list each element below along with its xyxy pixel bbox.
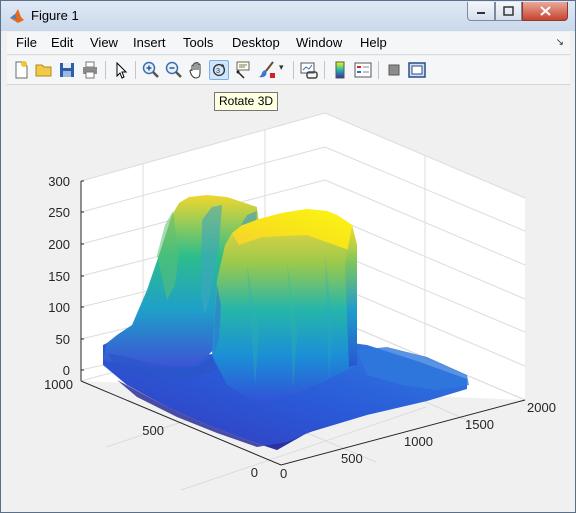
data-cursor-icon[interactable] [233,60,253,80]
insert-colorbar-icon[interactable] [330,60,350,80]
z-tick-label: 50 [56,332,70,347]
z-tick-label: 200 [48,237,70,252]
menu-file[interactable]: File [16,35,37,50]
z-tick-label: 300 [48,174,70,189]
x-tick-label: 2000 [527,400,556,415]
menu-tools[interactable]: Tools [183,35,213,50]
new-figure-icon[interactable] [11,60,31,80]
pan-hand-icon[interactable] [187,60,207,80]
minimize-icon [477,12,485,14]
menu-window[interactable]: Window [296,35,342,50]
x-tick-label: 500 [341,451,363,466]
x-tick-label: 1000 [404,434,433,449]
insert-legend-icon[interactable] [353,60,373,80]
svg-text:3: 3 [216,66,220,75]
hide-plot-tools-icon[interactable] [384,60,404,80]
link-plot-icon[interactable] [299,60,319,80]
x-tick-label: 0 [280,466,287,481]
figure-canvas[interactable]: 300 250 200 150 100 50 0 1000 500 0 0 50… [7,85,570,505]
toolbar-separator [135,61,136,79]
z-axis-tick-labels: 300 250 200 150 100 50 0 [48,174,70,378]
window-title: Figure 1 [31,8,79,23]
menu-help[interactable]: Help [360,35,387,50]
menu-insert[interactable]: Insert [133,35,166,50]
dock-arrow-icon[interactable]: ↘ [556,37,564,48]
toolbar-separator [293,61,294,79]
close-button[interactable] [522,2,568,21]
z-tick-label: 250 [48,205,70,220]
minimize-button[interactable] [467,2,495,21]
close-icon [539,6,551,16]
surface-plot[interactable]: 300 250 200 150 100 50 0 1000 500 0 0 50… [7,85,570,505]
y-tick-label: 500 [142,423,164,438]
menu-bar: File Edit View Insert Tools Desktop Wind… [7,32,570,55]
toolbar-separator [105,61,106,79]
rotate-3d-icon[interactable]: 3 [209,60,229,80]
x-tick-label: 1500 [465,417,494,432]
brush-dropdown-arrow-icon[interactable]: ▾ [279,62,284,73]
save-icon[interactable] [57,60,77,80]
z-tick-label: 100 [48,300,70,315]
print-icon[interactable] [80,60,100,80]
figure-window: Figure 1 File Edit View Insert Tools Des… [0,0,576,513]
title-bar[interactable]: Figure 1 [1,1,575,31]
menu-edit[interactable]: Edit [51,35,73,50]
rotate-3d-tooltip: Rotate 3D [214,92,279,111]
figure-toolbar: 3 ▾ [7,56,570,85]
edit-plot-arrow-icon[interactable] [111,60,131,80]
open-file-icon[interactable] [34,60,54,80]
z-tick-label: 150 [48,269,70,284]
show-plot-tools-icon[interactable] [407,60,427,80]
maximize-button[interactable] [495,2,522,21]
brush-icon[interactable] [257,60,277,80]
toolbar-separator [378,61,379,79]
y-tick-label: 0 [251,465,258,480]
maximize-icon [503,6,514,16]
menu-view[interactable]: View [90,35,118,50]
matlab-icon [10,9,24,23]
zoom-in-icon[interactable] [141,60,161,80]
z-tick-label: 0 [63,363,70,378]
zoom-out-icon[interactable] [164,60,184,80]
toolbar-separator [324,61,325,79]
menu-desktop[interactable]: Desktop [232,35,280,50]
y-tick-label: 1000 [44,377,73,392]
